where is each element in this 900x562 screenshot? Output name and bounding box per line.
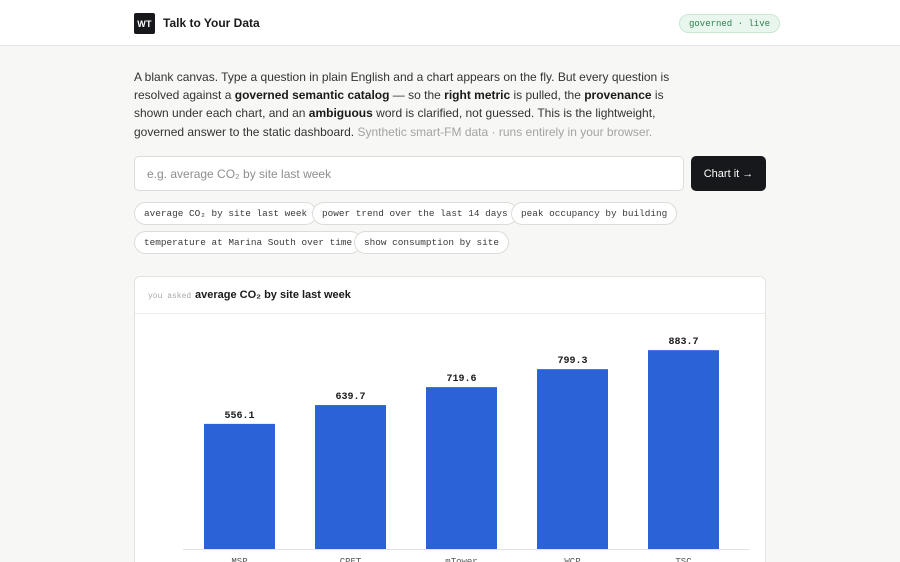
top-bar: WT Talk to Your Data governed · live <box>0 0 900 46</box>
bar-chart: 556.1 MSP 639.7 CPET 719.6 mTower 799.3 WCP 883.… <box>183 337 749 562</box>
result-card: you asked average CO₂ by site last week … <box>134 276 766 562</box>
suggestion-chip-occupancy[interactable]: peak occupancy by building <box>511 202 678 225</box>
bar-cpet <box>315 405 386 549</box>
data-label-tsc: 883.7 <box>668 337 698 348</box>
intro-text-3: is pulled, the <box>510 88 585 103</box>
intro-paragraph: A blank canvas. Type a question in plain… <box>134 68 674 141</box>
suggestion-chip-temperature[interactable]: temperature at Marina South over time <box>134 231 363 254</box>
intro-bold-ambiguous: ambiguous <box>308 106 373 121</box>
suggestion-chip-co2[interactable]: average CO₂ by site last week <box>134 202 318 225</box>
question-input[interactable] <box>134 156 684 191</box>
intro-bold-provenance: provenance <box>584 88 652 103</box>
intro-bold-catalog: governed semantic catalog <box>234 88 390 103</box>
data-label-cpet: 639.7 <box>335 392 365 403</box>
app-title: Talk to Your Data <box>163 16 260 30</box>
data-label-wcp: 799.3 <box>557 356 587 367</box>
suggestion-chip-power[interactable]: power trend over the last 14 days <box>312 202 518 225</box>
x-tick-wcp: WCP <box>564 557 580 562</box>
bar-msp <box>204 423 275 549</box>
x-tick-tsc: TSC <box>675 557 692 562</box>
intro-bold-metric: right metric <box>444 88 511 103</box>
x-tick-cpet: CPET <box>340 557 362 562</box>
app-logo: WT <box>134 13 155 34</box>
x-tick-msp: MSP <box>231 557 247 562</box>
data-label-msp: 556.1 <box>224 411 254 422</box>
chart-it-button[interactable]: Chart it → <box>691 156 766 191</box>
status-badge: governed · live <box>679 14 781 33</box>
suggestion-chip-consumption[interactable]: show consumption by site <box>354 231 510 254</box>
x-tick-mtower: mTower <box>445 557 477 562</box>
bar-tsc <box>648 350 719 549</box>
intro-note: Synthetic smart-FM data · runs entirely … <box>357 124 653 139</box>
data-label-mtower: 719.6 <box>446 374 476 385</box>
bar-mtower <box>426 387 497 549</box>
intro-text-2: — so the <box>389 88 445 103</box>
bar-wcp <box>537 369 608 549</box>
